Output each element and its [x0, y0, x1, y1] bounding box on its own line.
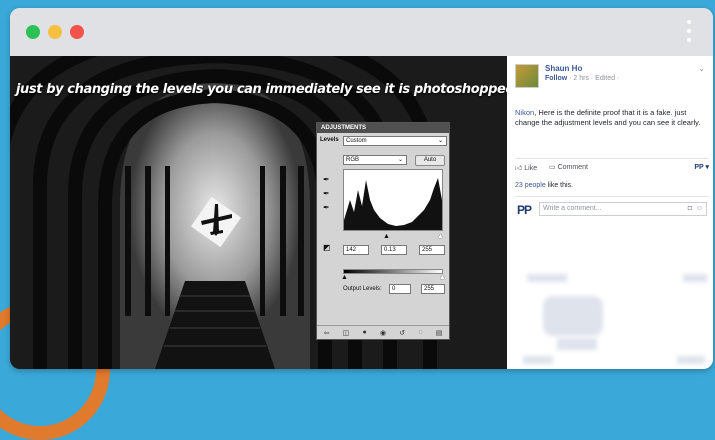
back-arrow-icon[interactable]: ⇦	[324, 329, 330, 337]
adjustments-panel: ADJUSTMENTS Levels Custom ⌄ RGB ⌄ Auto ✒…	[316, 122, 450, 340]
thumbs-up-icon: 👍︎	[515, 165, 525, 172]
refresh-icon[interactable]: ◌	[418, 329, 422, 336]
preset-value: Custom	[346, 138, 367, 144]
like-button[interactable]: 👍︎ Like	[515, 163, 537, 172]
green-window-control[interactable]	[26, 25, 40, 39]
eyedropper-black-icon[interactable]: ✒	[323, 175, 330, 184]
chevron-down-icon[interactable]: ⌄	[698, 64, 705, 73]
tunnel-photo: just by changing the levels you can imme…	[10, 56, 507, 369]
camera-icon[interactable]: ◘	[688, 205, 692, 212]
post-actions: 👍︎ Like ▭ Comment PP ▾	[515, 158, 709, 172]
avatar[interactable]	[515, 64, 539, 88]
comment-input[interactable]: Write a comment... ◘ ☺	[539, 202, 707, 216]
output-white-field[interactable]: 255	[421, 284, 445, 294]
blurred-content	[527, 274, 567, 282]
red-window-control[interactable]	[70, 25, 84, 39]
preset-dropdown[interactable]: Custom ⌄	[343, 136, 447, 146]
blurred-content	[543, 296, 603, 336]
output-gradient-bar	[343, 269, 443, 274]
eye-icon[interactable]: ◉	[380, 329, 386, 337]
layer-icon[interactable]: ◫	[343, 329, 350, 337]
browser-window: just by changing the levels you can imme…	[10, 8, 713, 369]
channel-dropdown[interactable]: RGB ⌄	[343, 155, 407, 165]
follow-link[interactable]: Follow	[545, 75, 567, 82]
blurred-content	[523, 356, 553, 364]
yellow-window-control[interactable]	[48, 25, 62, 39]
input-white-field[interactable]: 255	[419, 245, 445, 255]
reset-icon[interactable]: ↺	[399, 329, 405, 337]
facebook-post-panel: Shaun Ho Follow · 2 hrs · Edited · ⌄ Nik…	[507, 56, 713, 369]
post-text: Nikon, Here is the definite proof that i…	[515, 108, 709, 128]
likes-count-link[interactable]: 23 people	[515, 182, 546, 189]
channel-value: RGB	[346, 157, 360, 163]
auto-button[interactable]: Auto	[415, 155, 445, 166]
more-options-icon[interactable]	[687, 20, 691, 42]
commenter-avatar: PP	[517, 203, 532, 217]
reactor-selector[interactable]: PP ▾	[694, 163, 709, 171]
likes-summary: 23 people like this.	[515, 182, 573, 189]
comment-placeholder: Write a comment...	[543, 205, 602, 212]
post-meta: Follow · 2 hrs · Edited ·	[545, 75, 619, 82]
post-body: , Here is the definite proof that it is …	[515, 108, 701, 127]
panel-toolbar: ⇦ ◫ ● ◉ ↺ ◌ ▤	[317, 325, 449, 339]
output-levels-label: Output Levels:	[343, 286, 382, 292]
eyedropper-white-icon[interactable]: ✒	[323, 203, 330, 212]
comment-icon: ▭	[549, 164, 558, 171]
input-black-field[interactable]: 142	[343, 245, 369, 255]
input-black-slider[interactable]: ▲	[383, 233, 390, 240]
input-white-slider[interactable]: ▲	[437, 233, 444, 240]
comment-button[interactable]: ▭ Comment	[549, 163, 588, 171]
comment-composer: PP Write a comment... ◘ ☺	[515, 196, 709, 220]
levels-label: Levels	[320, 137, 339, 143]
post-time: · 2 hrs · Edited ·	[569, 75, 620, 82]
input-gamma-field[interactable]: 0.13	[381, 245, 407, 255]
mention-link[interactable]: Nikon	[515, 108, 534, 117]
chevron-down-icon: ⌄	[437, 138, 443, 144]
circle-icon[interactable]: ●	[363, 329, 367, 336]
eyedropper-gray-icon[interactable]: ✒	[323, 189, 330, 198]
photo-caption: just by changing the levels you can imme…	[16, 82, 507, 97]
clipping-icon[interactable]: ◩	[323, 243, 331, 252]
levels-histogram	[343, 169, 443, 231]
output-black-field[interactable]: 0	[389, 284, 411, 294]
adjustments-panel-title: ADJUSTMENTS	[317, 123, 449, 133]
blurred-content	[557, 338, 597, 350]
emoji-icon[interactable]: ☺	[696, 205, 703, 212]
trash-icon[interactable]: ▤	[436, 329, 443, 337]
output-black-slider[interactable]: ▲	[341, 274, 348, 281]
title-bar	[10, 8, 713, 56]
chevron-down-icon: ⌄	[397, 157, 403, 163]
blurred-content	[677, 356, 705, 364]
output-white-slider[interactable]: ▲	[439, 274, 446, 281]
author-name[interactable]: Shaun Ho	[545, 64, 582, 73]
blurred-content	[683, 274, 707, 282]
